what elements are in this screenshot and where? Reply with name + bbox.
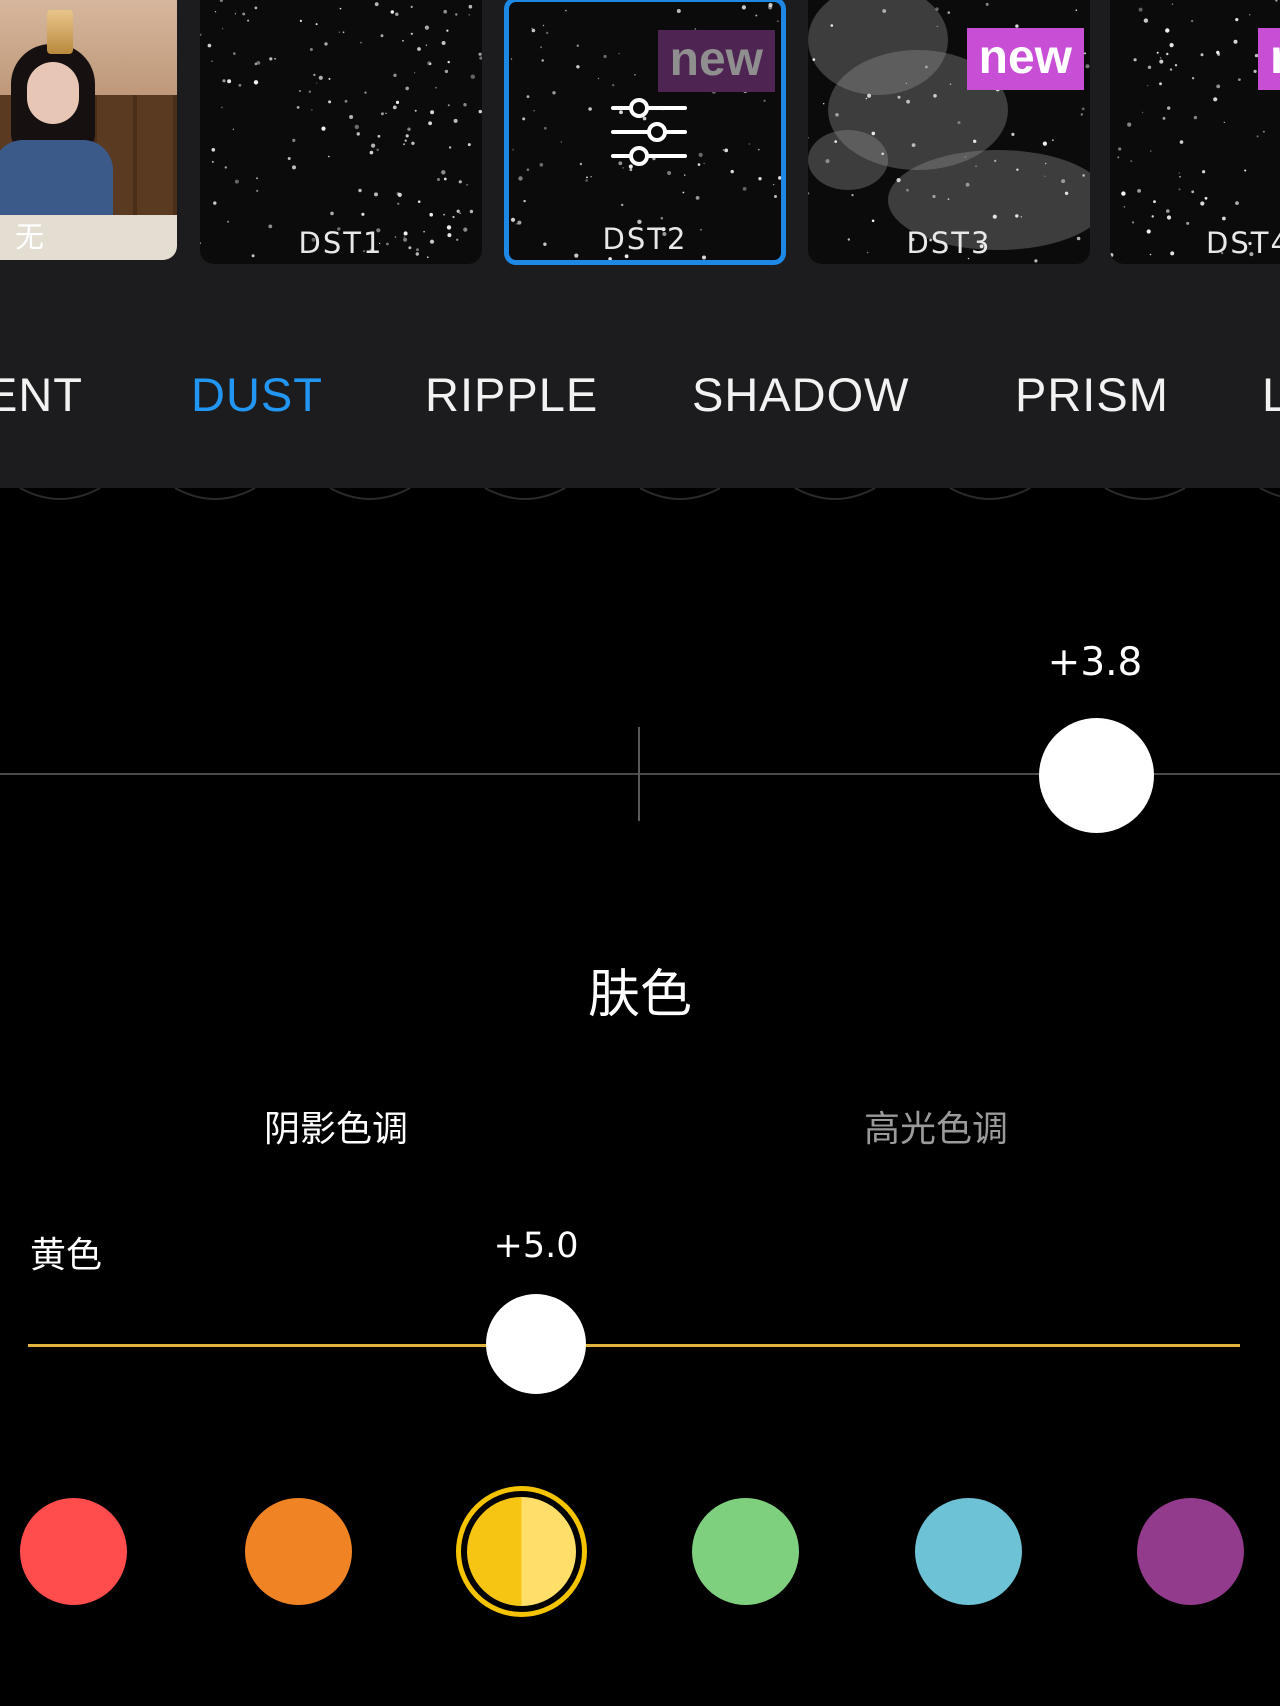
photo-drink [47, 10, 73, 54]
swatch-purple[interactable] [1137, 1498, 1244, 1605]
skin-tone-title: 肤色 [587, 965, 692, 1025]
filter-category-tabs: ENT DUST RIPPLE SHADOW PRISM L [0, 270, 1280, 488]
swatch-green[interactable] [692, 1498, 799, 1605]
filter-thumb-dst1[interactable]: DST1 [200, 0, 482, 264]
new-badge: new [966, 28, 1084, 90]
tab-shadow-tone[interactable]: 阴影色调 [206, 1100, 466, 1152]
swatch-yellow[interactable] [456, 1486, 587, 1617]
tab-highlight-tone[interactable]: 高光色调 [806, 1100, 1066, 1152]
filter-thumb-label: DST3 [906, 226, 992, 260]
color-name-label: 黄色 [30, 1235, 103, 1276]
filter-thumb-label: DST1 [298, 226, 384, 260]
photo-person [0, 40, 113, 250]
filter-thumb-none[interactable]: 无 [0, 0, 177, 260]
panel-edge-decoration [19, 488, 1280, 500]
color-slider-knob[interactable] [486, 1294, 586, 1394]
tab-prism[interactable]: PRISM [1015, 367, 1169, 422]
tab-shadow[interactable]: SHADOW [692, 367, 910, 422]
dust-texture [200, 0, 482, 259]
dust-texture [1110, 0, 1280, 257]
sliders-icon[interactable] [609, 92, 689, 172]
filter-thumb-dst2[interactable]: new DST2 [504, 0, 786, 265]
intensity-center-mark [638, 727, 640, 821]
new-badge: new [657, 30, 775, 92]
new-badge: new [1258, 28, 1280, 90]
filter-thumbnail-strip: 无 DST1 new DST2 new DST3 new DST4 [0, 0, 1280, 270]
swatch-orange[interactable] [245, 1498, 352, 1605]
color-slider-track[interactable] [28, 1344, 1240, 1347]
filter-thumb-label: 无 [15, 220, 47, 254]
swatch-yellow-fill [467, 1497, 576, 1606]
filter-thumb-dst3[interactable]: new DST3 [808, 0, 1090, 264]
tab-ripple[interactable]: RIPPLE [425, 367, 598, 422]
intensity-slider-knob[interactable] [1039, 718, 1154, 833]
color-value: +5.0 [493, 1226, 579, 1266]
intensity-value: +3.8 [1047, 640, 1143, 685]
swatch-cyan[interactable] [915, 1498, 1022, 1605]
tab-dust[interactable]: DUST [191, 367, 323, 422]
swatch-red[interactable] [20, 1498, 127, 1605]
tab-l[interactable]: L [1262, 367, 1280, 422]
filter-thumb-label: DST2 [602, 222, 688, 256]
filter-thumb-label: DST4 [1206, 226, 1280, 260]
tab-ent[interactable]: ENT [0, 367, 83, 422]
filter-thumb-dst4[interactable]: new DST4 [1110, 0, 1280, 264]
